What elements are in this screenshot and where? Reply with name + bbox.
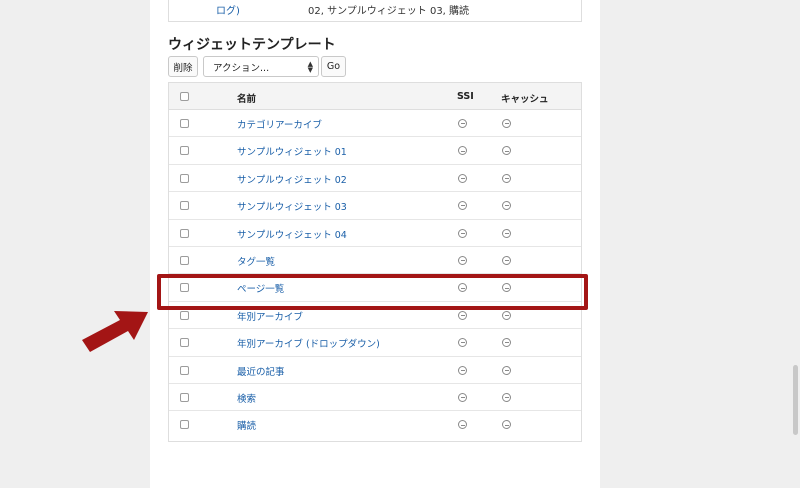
previous-row-link[interactable]: ログ) (216, 2, 240, 17)
widget-name-link[interactable]: サンプルウィジェット 01 (237, 144, 347, 158)
table-row: 最近の記事 (169, 357, 581, 384)
widget-name-link[interactable]: サンプルウィジェット 04 (237, 227, 347, 241)
ssi-minus-circle-icon (458, 173, 467, 183)
table-row: サンプルウィジェット 03 (169, 192, 581, 220)
ssi-minus-circle-icon (458, 256, 467, 265)
table-row: タグ一覧 (169, 247, 581, 275)
table-row: 購読 (169, 411, 581, 438)
cache-minus-circle-icon (502, 365, 511, 375)
row-checkbox[interactable] (180, 146, 189, 156)
row-checkbox[interactable] (180, 256, 189, 265)
previous-row-text: 02, サンプルウィジェット 03, 購読 (308, 6, 470, 17)
widget-name-link[interactable]: カテゴリアーカイブ (237, 117, 322, 131)
table-row: カテゴリアーカイブ (169, 110, 581, 138)
cache-minus-circle-icon (502, 420, 511, 430)
widget-name-link[interactable]: サンプルウィジェット 02 (237, 172, 347, 186)
scrollbar-thumb[interactable] (793, 365, 798, 435)
cache-minus-circle-icon (502, 119, 511, 128)
row-checkbox[interactable] (180, 173, 189, 183)
widget-name-link[interactable]: サンプルウィジェット 03 (237, 199, 347, 213)
cache-minus-circle-icon (502, 393, 511, 402)
table-row: サンプルウィジェット 04 (169, 220, 581, 247)
table-row: 年別アーカイブ (ドロップダウン) (169, 329, 581, 357)
cache-minus-circle-icon (502, 228, 511, 238)
cache-minus-circle-icon (502, 310, 511, 320)
cache-minus-circle-icon (502, 338, 511, 348)
ssi-minus-circle-icon (458, 201, 467, 211)
row-checkbox[interactable] (180, 420, 189, 430)
ssi-minus-circle-icon (458, 228, 467, 238)
ssi-minus-circle-icon (458, 146, 467, 156)
ssi-minus-circle-icon (458, 310, 467, 320)
section-title: ウィジェットテンプレート (168, 37, 336, 53)
select-all-checkbox[interactable] (180, 92, 189, 101)
widget-name-link[interactable]: 最近の記事 (237, 364, 285, 378)
delete-button[interactable]: 削除 (168, 56, 198, 77)
cache-minus-circle-icon (502, 173, 511, 183)
row-checkbox[interactable] (180, 393, 189, 402)
go-button[interactable]: Go (321, 56, 346, 77)
widget-template-table: 名前 SSI キャッシュ カテゴリアーカイブサンプルウィジェット 01 サンプルウ… (168, 82, 582, 442)
widget-name-link[interactable]: 年別アーカイブ (237, 309, 303, 323)
header-name[interactable]: 名前 (237, 91, 256, 105)
widget-name-link[interactable]: タグ一覧 (237, 254, 275, 268)
ssi-minus-circle-icon (458, 365, 467, 375)
table-row: サンプルウィジェット 01 (169, 137, 581, 165)
up-down-caret-icon: ▲ ▼ (307, 60, 313, 74)
header-ssi[interactable]: SSI (457, 91, 474, 102)
cache-minus-circle-icon (502, 201, 511, 211)
ssi-minus-circle-icon (458, 420, 467, 430)
ssi-minus-circle-icon (458, 338, 467, 348)
arrow-icon (82, 311, 148, 352)
row-checkbox[interactable] (180, 201, 189, 211)
action-select-value: アクション... (213, 62, 270, 74)
row-checkbox[interactable] (180, 365, 189, 375)
table-row: サンプルウィジェット 02 (169, 165, 581, 193)
highlight-box (157, 274, 588, 310)
cache-minus-circle-icon (502, 256, 511, 265)
ssi-minus-circle-icon (458, 119, 467, 128)
table-row: 検索 (169, 384, 581, 412)
row-checkbox[interactable] (180, 119, 189, 128)
table-header: 名前 SSI キャッシュ (169, 83, 581, 110)
row-checkbox[interactable] (180, 338, 189, 348)
ssi-minus-circle-icon (458, 393, 467, 402)
widget-name-link[interactable]: 検索 (237, 391, 256, 405)
row-checkbox[interactable] (180, 228, 189, 238)
action-select[interactable]: アクション... ▲ ▼ (203, 56, 319, 77)
header-cache[interactable]: キャッシュ (501, 91, 549, 105)
cache-minus-circle-icon (502, 146, 511, 156)
widget-name-link[interactable]: 年別アーカイブ (ドロップダウン) (237, 336, 380, 350)
row-checkbox[interactable] (180, 310, 189, 320)
widget-name-link[interactable]: 購読 (237, 418, 256, 432)
